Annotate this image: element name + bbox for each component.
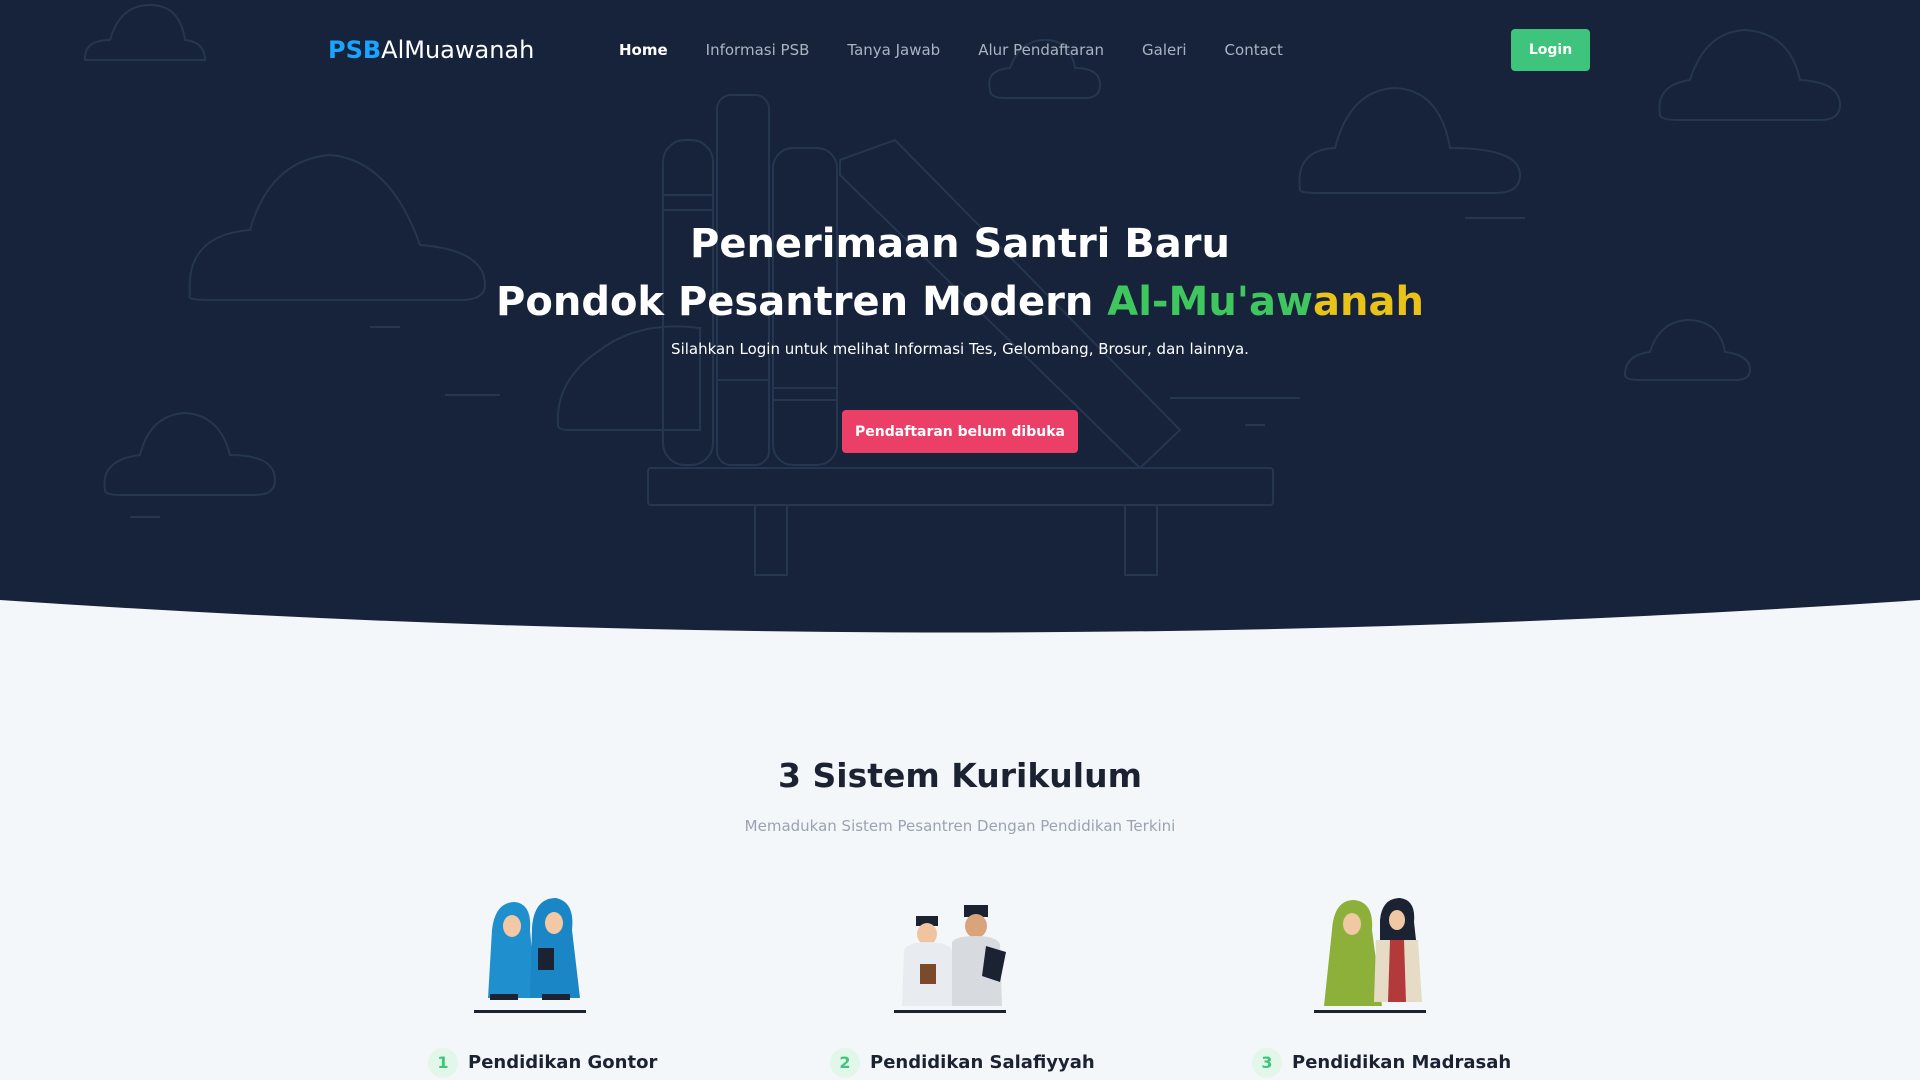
registration-button[interactable]: Pendaftaran belum dibuka bbox=[842, 410, 1078, 453]
hero-title-line2-text: Pondok Pesantren Modern bbox=[496, 279, 1108, 325]
logo-prefix: PSB bbox=[328, 36, 382, 64]
nav-link-alur-pendaftaran[interactable]: Alur Pendaftaran bbox=[978, 38, 1104, 62]
curriculum-number-1: 1 bbox=[428, 1048, 458, 1078]
cloud-illustration bbox=[84, 3, 207, 61]
hero-title-highlight-yellow: anah bbox=[1313, 279, 1424, 325]
gontor-students-image bbox=[474, 898, 586, 1013]
hero-title-highlight-green: Al-Mu'aw bbox=[1107, 279, 1313, 325]
madrasah-students-image bbox=[1314, 898, 1426, 1013]
hero-curve-divider bbox=[0, 600, 1920, 660]
nav-link-tanya-jawab[interactable]: Tanya Jawab bbox=[847, 38, 940, 62]
section-subtitle: Memadukan Sistem Pesantren Dengan Pendid… bbox=[744, 817, 1176, 835]
salafiyyah-students-image bbox=[894, 905, 1006, 1013]
cloud-illustration bbox=[1658, 28, 1842, 121]
section-title: 3 Sistem Kurikulum bbox=[778, 756, 1142, 795]
main-navigation: Home Informasi PSB Tanya Jawab Alur Pend… bbox=[619, 38, 1321, 62]
nav-link-home[interactable]: Home bbox=[619, 38, 668, 62]
site-logo[interactable]: PSBAlMuawanah bbox=[328, 35, 534, 65]
nav-link-galeri[interactable]: Galeri bbox=[1142, 38, 1187, 62]
nav-link-contact[interactable]: Contact bbox=[1225, 38, 1283, 62]
curriculum-label-3: Pendidikan Madrasah bbox=[1292, 1052, 1512, 1073]
curriculum-label-2: Pendidikan Salafiyyah bbox=[870, 1052, 1095, 1073]
hero-title-line1: Penerimaan Santri Baru bbox=[690, 221, 1230, 267]
login-button[interactable]: Login bbox=[1511, 29, 1590, 71]
shelf-illustration bbox=[647, 467, 1274, 506]
hero-title-line2: Pondok Pesantren Modern Al-Mu'awanah bbox=[0, 273, 1920, 331]
hero-section: PSBAlMuawanah Home Informasi PSB Tanya J… bbox=[0, 0, 1920, 660]
cloud-illustration bbox=[1298, 86, 1522, 194]
hero-title: Penerimaan Santri Baru Pondok Pesantren … bbox=[0, 215, 1920, 331]
curriculum-number-3: 3 bbox=[1252, 1048, 1282, 1078]
cloud-illustration bbox=[103, 411, 277, 496]
curriculum-label-1: Pendidikan Gontor bbox=[468, 1052, 658, 1073]
logo-name: AlMuawanah bbox=[381, 36, 535, 64]
hero-subtitle: Silahkan Login untuk melihat Informasi T… bbox=[671, 340, 1249, 358]
curriculum-number-2: 2 bbox=[830, 1048, 860, 1078]
nav-link-informasi-psb[interactable]: Informasi PSB bbox=[706, 38, 810, 62]
